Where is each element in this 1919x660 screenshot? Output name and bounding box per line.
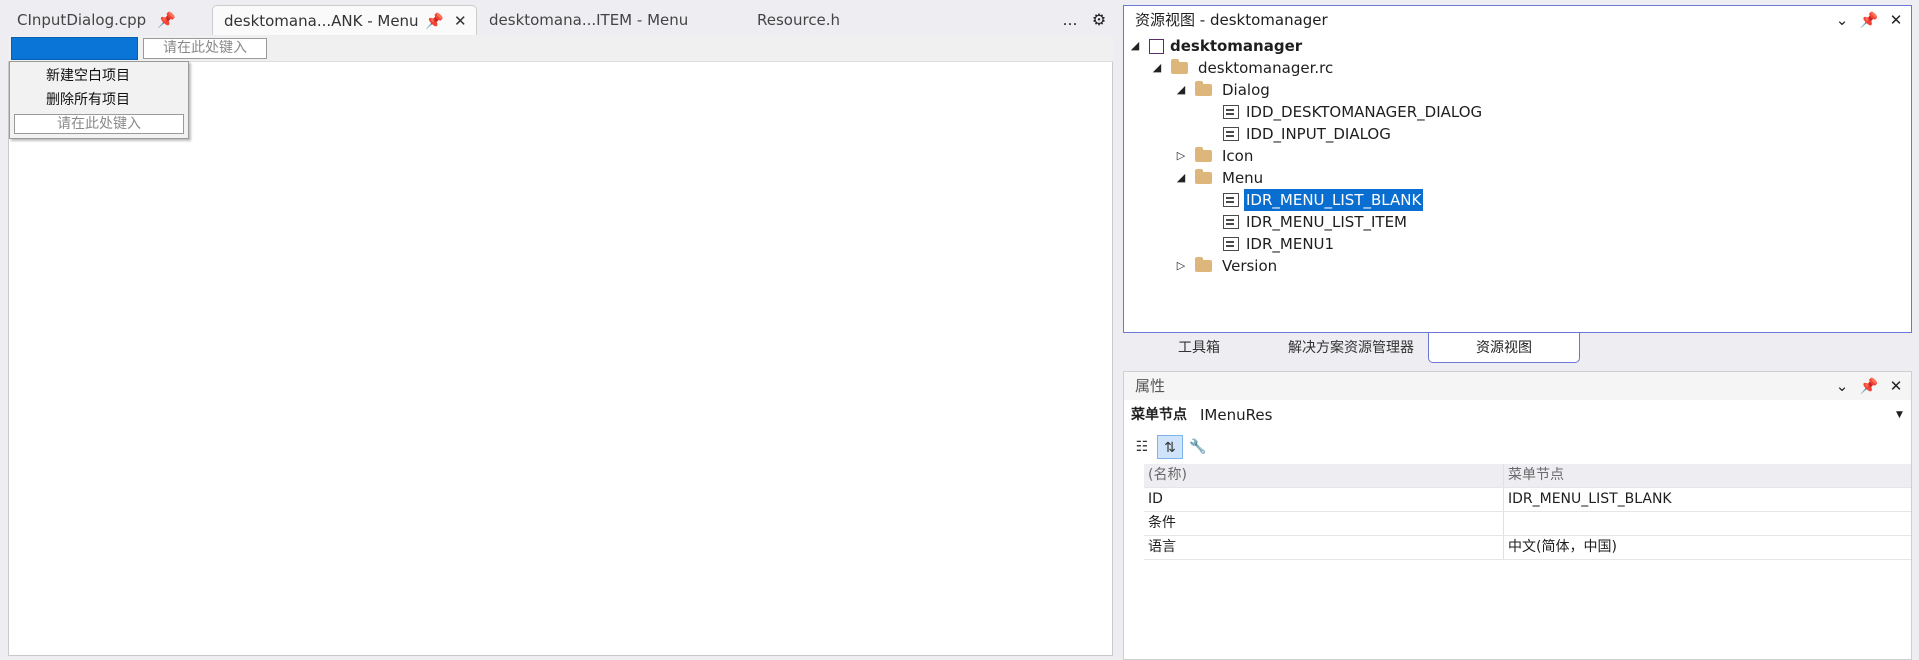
dialog-resource-icon bbox=[1223, 105, 1239, 119]
tree-item-label-selected: IDR_MENU_LIST_BLANK bbox=[1244, 189, 1424, 211]
close-icon[interactable]: ✕ bbox=[1885, 9, 1907, 31]
menu-resource-icon bbox=[1223, 215, 1239, 229]
property-value[interactable] bbox=[1504, 512, 1911, 535]
tree-item-label: IDD_DESKTOMANAGER_DIALOG bbox=[1246, 103, 1483, 121]
tree-item-menu-resource[interactable]: IDR_MENU_LIST_BLANK bbox=[1124, 189, 1911, 211]
collapsed-arrow-icon[interactable]: ▷ bbox=[1175, 255, 1187, 277]
chevron-down-icon[interactable]: ▼ bbox=[1896, 401, 1903, 429]
properties-panel: 属性 ⌄ 📌 ✕ 菜单节点 IMenuRes ▼ ☷ ⇅ 🔧 (名称) 菜单节点… bbox=[1123, 371, 1912, 660]
tab-label: desktomana...ANK - Menu bbox=[224, 12, 419, 30]
menu-item-new-blank[interactable]: 新建空白项目 bbox=[46, 65, 130, 87]
chevron-down-icon[interactable]: ⌄ bbox=[1831, 375, 1853, 397]
tab-toolbox[interactable]: 工具箱 bbox=[1123, 333, 1275, 363]
properties-header: 属性 ⌄ 📌 ✕ bbox=[1124, 372, 1911, 400]
tree-item-dialog-resource[interactable]: IDD_INPUT_DIALOG bbox=[1124, 123, 1911, 145]
tree-item-label: Menu bbox=[1222, 169, 1264, 187]
expanded-arrow-icon[interactable]: ◢ bbox=[1151, 57, 1163, 79]
folder-open-icon bbox=[1195, 81, 1212, 96]
editor-tab-strip: CInputDialog.cpp 📌 desktomana...ANK - Me… bbox=[0, 0, 1113, 38]
expanded-arrow-icon[interactable]: ◢ bbox=[1175, 167, 1187, 189]
tree-item-dialog-folder[interactable]: ◢ Dialog bbox=[1124, 79, 1911, 101]
property-value: 菜单节点 bbox=[1508, 467, 1564, 483]
tree-item-icon-folder[interactable]: ▷ Icon bbox=[1124, 145, 1911, 167]
pin-icon[interactable]: 📌 bbox=[425, 6, 444, 36]
tree-item-menu-resource[interactable]: IDR_MENU_LIST_ITEM bbox=[1124, 211, 1911, 233]
tree-item-menu-folder[interactable]: ◢ Menu bbox=[1124, 167, 1911, 189]
object-name: IMenuRes bbox=[1200, 406, 1273, 424]
tab-resource-view[interactable]: 资源视图 bbox=[1428, 333, 1580, 363]
sort-alphabetical-icon[interactable]: ⇅ bbox=[1157, 435, 1183, 459]
tree-item-menu-resource[interactable]: IDR_MENU1 bbox=[1124, 233, 1911, 255]
property-name: 条件 bbox=[1144, 512, 1504, 535]
categorized-view-icon[interactable]: ☷ bbox=[1129, 435, 1155, 459]
tree-item-dialog-resource[interactable]: IDD_DESKTOMANAGER_DIALOG bbox=[1124, 101, 1911, 123]
tab-menu-list-blank[interactable]: desktomana...ANK - Menu 📌 ✕ bbox=[212, 5, 477, 35]
tab-label: desktomana...ITEM - Menu bbox=[489, 11, 689, 29]
tree-item-label: desktomanager bbox=[1170, 37, 1303, 55]
chevron-down-icon[interactable]: ⌄ bbox=[1831, 9, 1853, 31]
folder-open-icon bbox=[1171, 59, 1188, 74]
menu-item-delete-all[interactable]: 删除所有项目 bbox=[46, 89, 130, 111]
pin-icon[interactable]: 📌 bbox=[1858, 375, 1880, 397]
wrench-icon[interactable]: 🔧 bbox=[1185, 435, 1211, 459]
tool-window-tabs: 工具箱 解决方案资源管理器 资源视图 bbox=[1123, 333, 1912, 363]
tree-item-label: Dialog bbox=[1222, 81, 1270, 99]
object-type: 菜单节点 bbox=[1131, 407, 1187, 423]
tree-item-project[interactable]: ◢ desktomanager bbox=[1124, 35, 1911, 57]
property-row[interactable]: 语言 中文(简体，中国) bbox=[1144, 536, 1911, 560]
selected-top-menu-item[interactable] bbox=[11, 37, 138, 60]
folder-icon bbox=[1195, 257, 1212, 272]
tree-item-label: IDR_MENU1 bbox=[1246, 235, 1335, 253]
tab-cinputdialog-cpp[interactable]: CInputDialog.cpp 📌 bbox=[6, 5, 211, 35]
property-row[interactable]: ID IDR_MENU_LIST_BLANK bbox=[1144, 488, 1911, 512]
object-selector[interactable]: 菜单节点 IMenuRes ▼ bbox=[1124, 401, 1911, 429]
pin-icon[interactable]: 📌 bbox=[157, 5, 176, 35]
expanded-arrow-icon[interactable]: ◢ bbox=[1175, 79, 1187, 101]
menu-resource-icon bbox=[1223, 193, 1239, 207]
folder-icon bbox=[1195, 147, 1212, 162]
resource-view-panel: 资源视图 - desktomanager ⌄ 📌 ✕ ◢ desktomanag… bbox=[1123, 5, 1912, 333]
tree-item-label: Version bbox=[1222, 257, 1278, 275]
tab-solution-explorer[interactable]: 解决方案资源管理器 bbox=[1275, 333, 1427, 363]
expanded-arrow-icon[interactable]: ◢ bbox=[1129, 35, 1141, 57]
tree-item-label: IDR_MENU_LIST_ITEM bbox=[1246, 213, 1407, 231]
folder-open-icon bbox=[1195, 169, 1212, 184]
tree-item-label: Icon bbox=[1222, 147, 1254, 165]
gear-icon[interactable]: ⚙ bbox=[1088, 5, 1110, 35]
tab-menu-list-item[interactable]: desktomana...ITEM - Menu bbox=[478, 5, 738, 35]
tree-item-label: desktomanager.rc bbox=[1198, 59, 1334, 77]
project-icon bbox=[1149, 39, 1164, 54]
close-icon[interactable]: ✕ bbox=[454, 6, 467, 36]
property-name: 语言 bbox=[1144, 536, 1504, 559]
tab-overflow-icon[interactable]: … bbox=[1060, 5, 1080, 35]
type-here-dropdown-input[interactable]: 请在此处键入 bbox=[14, 114, 184, 134]
property-row[interactable]: 条件 bbox=[1144, 512, 1911, 536]
panel-title: 资源视图 - desktomanager bbox=[1135, 11, 1328, 29]
property-grid: (名称) 菜单节点 ID IDR_MENU_LIST_BLANK 条件 语言 中… bbox=[1144, 464, 1911, 560]
property-value[interactable]: 中文(简体，中国) bbox=[1504, 536, 1911, 559]
dialog-resource-icon bbox=[1223, 127, 1239, 141]
tab-label: CInputDialog.cpp bbox=[17, 11, 147, 29]
property-value[interactable]: IDR_MENU_LIST_BLANK bbox=[1504, 488, 1911, 511]
tab-label: Resource.h bbox=[757, 11, 841, 29]
menu-resource-icon bbox=[1223, 237, 1239, 251]
tree-item-label: IDD_INPUT_DIALOG bbox=[1246, 125, 1391, 143]
collapsed-arrow-icon[interactable]: ▷ bbox=[1175, 145, 1187, 167]
property-name: ID bbox=[1144, 488, 1504, 511]
property-row[interactable]: (名称) 菜单节点 bbox=[1144, 464, 1911, 488]
type-here-top-input[interactable]: 请在此处键入 bbox=[143, 38, 267, 59]
tab-resource-h[interactable]: Resource.h bbox=[746, 5, 876, 35]
panel-title: 属性 bbox=[1135, 377, 1166, 395]
tree-item-version-folder[interactable]: ▷ Version bbox=[1124, 255, 1911, 277]
properties-toolbar: ☷ ⇅ 🔧 bbox=[1124, 432, 1911, 462]
pin-icon[interactable]: 📌 bbox=[1858, 9, 1880, 31]
property-name: (名称) bbox=[1144, 464, 1504, 487]
close-icon[interactable]: ✕ bbox=[1885, 375, 1907, 397]
tree-item-rc-file[interactable]: ◢ desktomanager.rc bbox=[1124, 57, 1911, 79]
